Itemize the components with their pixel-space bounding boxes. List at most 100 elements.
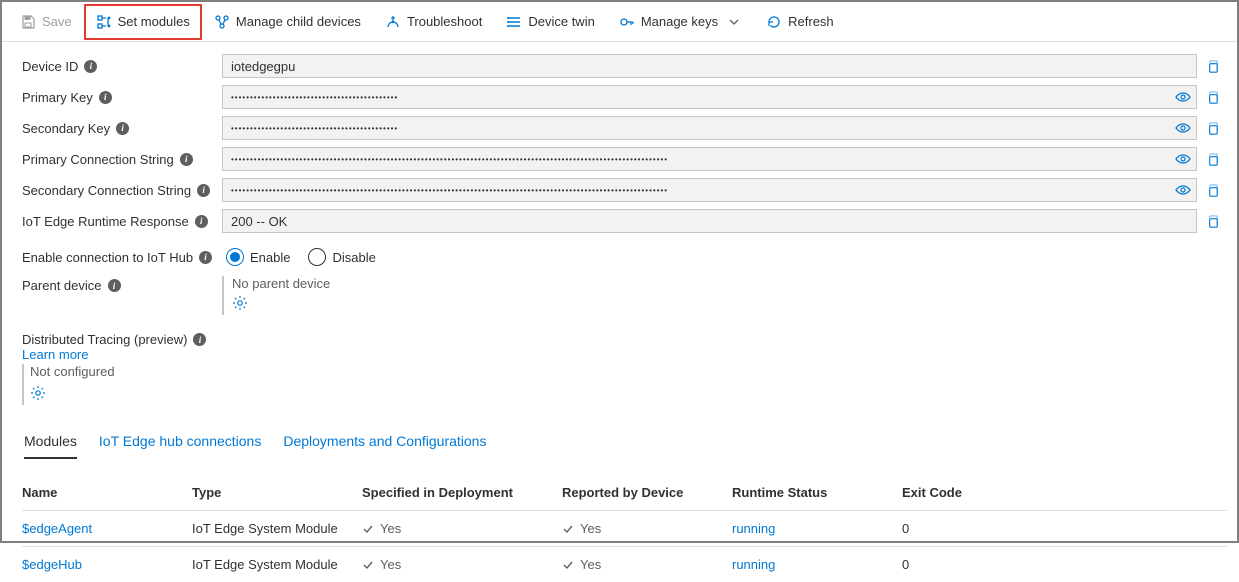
primary-conn-field[interactable]: ••••••••••••••••••••••••••••••••••••••••… <box>222 147 1197 171</box>
parent-device-value: No parent device <box>232 276 330 291</box>
chevron-down-icon <box>726 14 742 30</box>
row-runtime-response: IoT Edge Runtime Response i 200 -- OK <box>22 206 1227 236</box>
copy-icon[interactable] <box>1205 214 1220 229</box>
label-parent-device: Parent device <box>22 278 102 293</box>
row-primary-conn: Primary Connection String i ••••••••••••… <box>22 144 1227 174</box>
tab-modules[interactable]: Modules <box>24 427 77 459</box>
reported-value: Yes <box>562 521 732 536</box>
copy-icon[interactable] <box>1205 90 1220 105</box>
row-enable-connection: Enable connection to IoT Hub i Enable Di… <box>22 242 1227 272</box>
exit-code: 0 <box>902 521 1022 536</box>
manage-child-label: Manage child devices <box>236 14 361 29</box>
set-modules-label: Set modules <box>118 14 190 29</box>
row-device-id: Device ID i iotedgegpu <box>22 51 1227 81</box>
troubleshoot-label: Troubleshoot <box>407 14 482 29</box>
tab-hub-connections[interactable]: IoT Edge hub connections <box>99 427 261 459</box>
manage-child-devices-button[interactable]: Manage child devices <box>202 4 373 40</box>
secondary-key-field[interactable]: ••••••••••••••••••••••••••••••••••••••••… <box>222 116 1197 140</box>
runtime-status-link[interactable]: running <box>732 521 775 536</box>
refresh-button[interactable]: Refresh <box>754 4 846 40</box>
row-secondary-key: Secondary Key i ••••••••••••••••••••••••… <box>22 113 1227 143</box>
refresh-icon <box>766 14 782 30</box>
tracing-value: Not configured <box>30 364 115 379</box>
copy-icon[interactable] <box>1205 59 1220 74</box>
tab-strip: Modules IoT Edge hub connections Deploym… <box>22 427 1227 459</box>
refresh-label: Refresh <box>788 14 834 29</box>
copy-icon[interactable] <box>1205 183 1220 198</box>
info-icon[interactable]: i <box>193 333 206 346</box>
child-devices-icon <box>214 14 230 30</box>
table-row: $edgeAgentIoT Edge System ModuleYesYesru… <box>22 510 1227 546</box>
row-primary-key: Primary Key i ••••••••••••••••••••••••••… <box>22 82 1227 112</box>
module-type: IoT Edge System Module <box>192 557 362 572</box>
info-icon[interactable]: i <box>99 91 112 104</box>
save-icon <box>20 14 36 30</box>
info-icon[interactable]: i <box>108 279 121 292</box>
module-name-link[interactable]: $edgeAgent <box>22 521 92 536</box>
radio-disable[interactable]: Disable <box>308 248 375 266</box>
col-run: Runtime Status <box>732 485 902 500</box>
col-rep: Reported by Device <box>562 485 732 500</box>
set-modules-button[interactable]: Set modules <box>84 4 202 40</box>
device-twin-icon <box>506 14 522 30</box>
specified-value: Yes <box>362 521 562 536</box>
info-icon[interactable]: i <box>197 184 210 197</box>
module-type: IoT Edge System Module <box>192 521 362 536</box>
device-twin-button[interactable]: Device twin <box>494 4 606 40</box>
label-enable-conn: Enable connection to IoT Hub <box>22 250 193 265</box>
radio-disable-label: Disable <box>332 250 375 265</box>
keys-icon <box>619 14 635 30</box>
specified-value: Yes <box>362 557 562 572</box>
table-row: $edgeHubIoT Edge System ModuleYesYesrunn… <box>22 546 1227 582</box>
set-modules-icon <box>96 14 112 30</box>
row-secondary-conn: Secondary Connection String i ••••••••••… <box>22 175 1227 205</box>
radio-enable-label: Enable <box>250 250 290 265</box>
radio-enable[interactable]: Enable <box>226 248 290 266</box>
primary-key-field[interactable]: ••••••••••••••••••••••••••••••••••••••••… <box>222 85 1197 109</box>
info-icon[interactable]: i <box>84 60 97 73</box>
col-name: Name <box>22 485 192 500</box>
learn-more-link[interactable]: Learn more <box>22 347 1227 362</box>
runtime-resp-field[interactable]: 200 -- OK <box>222 209 1197 233</box>
device-detail-content: Device ID i iotedgegpu Primary Key i •••… <box>2 42 1237 582</box>
label-secondary-conn: Secondary Connection String <box>22 183 191 198</box>
exit-code: 0 <box>902 557 1022 572</box>
runtime-status-link[interactable]: running <box>732 557 775 572</box>
reveal-icon[interactable] <box>1175 89 1191 105</box>
troubleshoot-icon <box>385 14 401 30</box>
label-primary-conn: Primary Connection String <box>22 152 174 167</box>
info-icon[interactable]: i <box>199 251 212 264</box>
table-header: Name Type Specified in Deployment Report… <box>22 481 1227 510</box>
module-name-link[interactable]: $edgeHub <box>22 557 82 572</box>
troubleshoot-button[interactable]: Troubleshoot <box>373 4 494 40</box>
label-primary-key: Primary Key <box>22 90 93 105</box>
col-type: Type <box>192 485 362 500</box>
reveal-icon[interactable] <box>1175 120 1191 136</box>
device-twin-label: Device twin <box>528 14 594 29</box>
reveal-icon[interactable] <box>1175 182 1191 198</box>
label-runtime-resp: IoT Edge Runtime Response <box>22 214 189 229</box>
gear-icon[interactable] <box>232 295 248 311</box>
command-bar: Save Set modules Manage child devices Tr… <box>2 2 1237 42</box>
reported-value: Yes <box>562 557 732 572</box>
reveal-icon[interactable] <box>1175 151 1191 167</box>
gear-icon[interactable] <box>30 385 46 401</box>
label-device-id: Device ID <box>22 59 78 74</box>
device-id-field[interactable]: iotedgegpu <box>222 54 1197 78</box>
info-icon[interactable]: i <box>116 122 129 135</box>
save-button: Save <box>8 4 84 40</box>
manage-keys-button[interactable]: Manage keys <box>607 4 754 40</box>
col-exit: Exit Code <box>902 485 1022 500</box>
copy-icon[interactable] <box>1205 121 1220 136</box>
tab-deployments[interactable]: Deployments and Configurations <box>283 427 486 459</box>
info-icon[interactable]: i <box>180 153 193 166</box>
copy-icon[interactable] <box>1205 152 1220 167</box>
secondary-conn-field[interactable]: ••••••••••••••••••••••••••••••••••••••••… <box>222 178 1197 202</box>
col-spec: Specified in Deployment <box>362 485 562 500</box>
label-tracing: Distributed Tracing (preview) <box>22 332 187 347</box>
info-icon[interactable]: i <box>195 215 208 228</box>
label-secondary-key: Secondary Key <box>22 121 110 136</box>
modules-table: Name Type Specified in Deployment Report… <box>22 481 1227 582</box>
manage-keys-label: Manage keys <box>641 14 718 29</box>
row-parent-device: Parent device i No parent device <box>22 276 1227 315</box>
